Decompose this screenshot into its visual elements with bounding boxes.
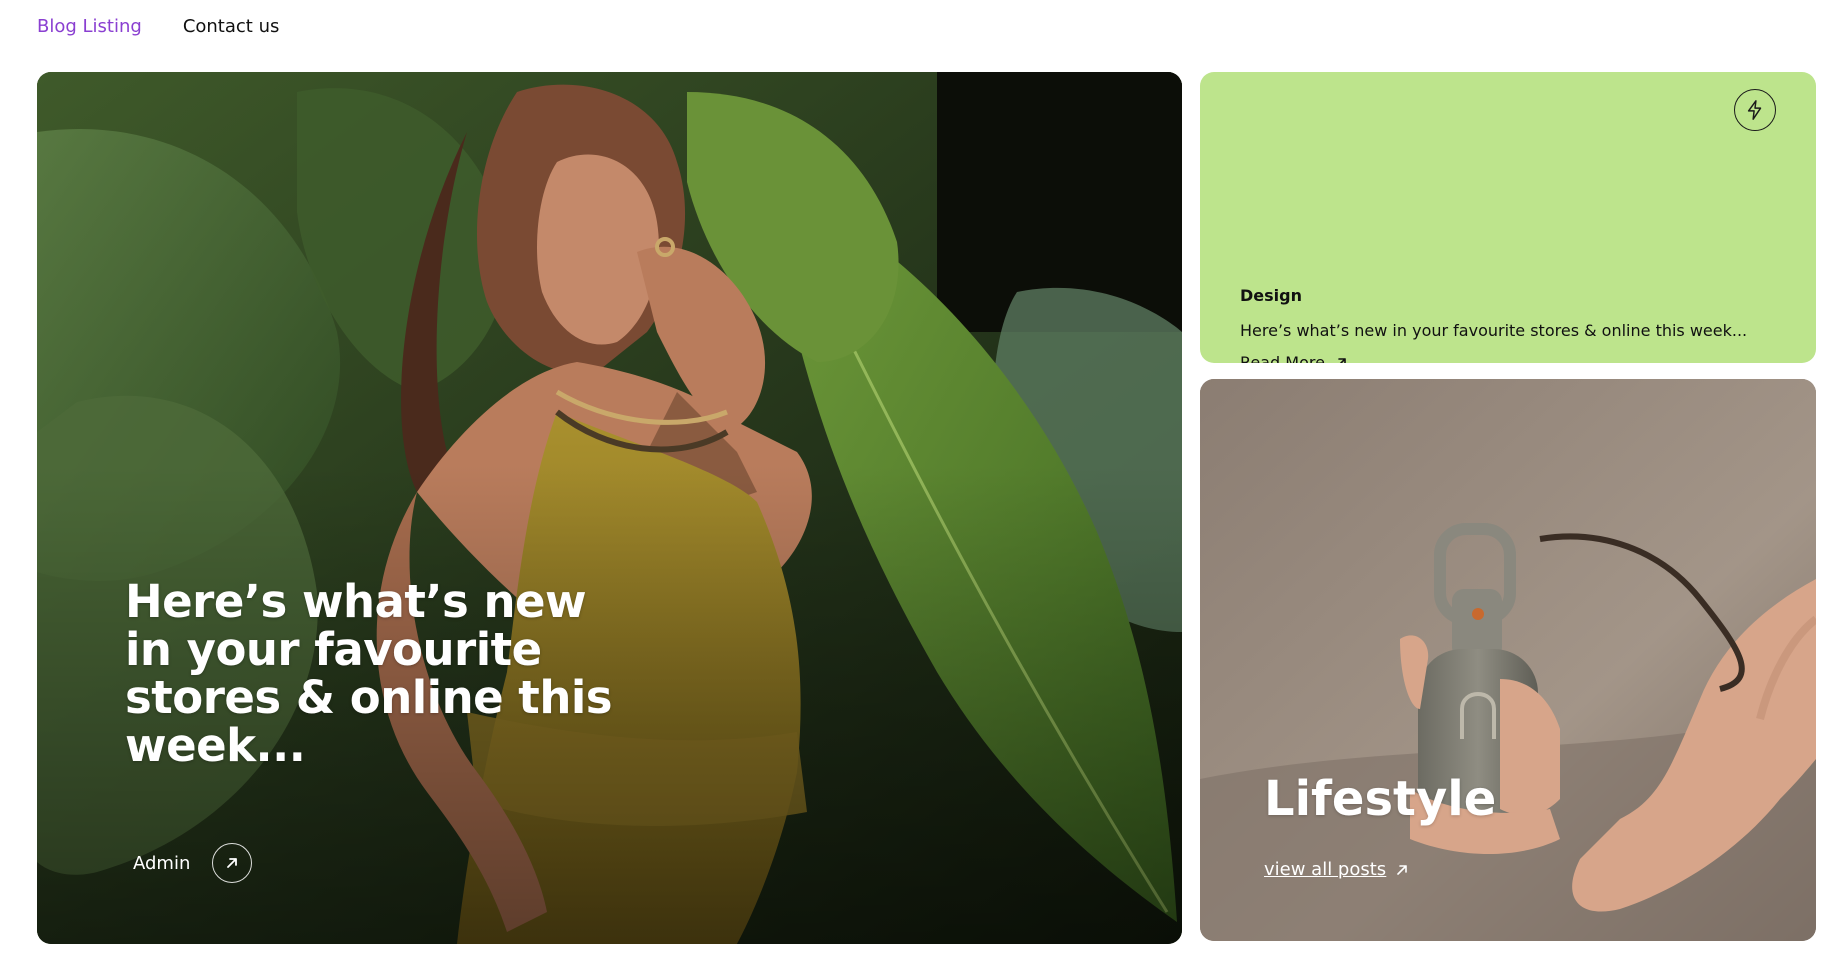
lightning-bolt-icon: [1734, 89, 1776, 131]
hero-image: [37, 72, 1182, 944]
post-excerpt: Here’s what’s new in your favourite stor…: [1240, 321, 1748, 340]
hero-post-card[interactable]: Here’s what’s new in your favourite stor…: [37, 72, 1182, 944]
read-more-link[interactable]: Read More: [1240, 353, 1347, 363]
category-card-lifestyle[interactable]: Lifestyle view all posts: [1200, 379, 1816, 941]
arrow-up-right-icon: [227, 858, 238, 868]
feature-post-card[interactable]: Design Here’s what’s new in your favouri…: [1200, 72, 1816, 363]
hero-meta: Admin: [133, 841, 253, 885]
post-author: Admin: [133, 852, 191, 874]
view-all-posts-link[interactable]: view all posts: [1264, 859, 1408, 880]
arrow-up-right-icon: [1338, 357, 1346, 363]
top-nav: Blog Listing Contact us: [37, 14, 279, 38]
hero-title[interactable]: Here’s what’s new in your favourite stor…: [125, 578, 645, 770]
read-more-label: Read More: [1240, 353, 1325, 363]
nav-contact-us[interactable]: Contact us: [183, 16, 280, 37]
lifestyle-image: [1200, 379, 1816, 941]
view-all-posts-label: view all posts: [1264, 859, 1387, 880]
category-title: Lifestyle: [1264, 771, 1497, 827]
arrow-up-right-icon: [1397, 864, 1407, 875]
nav-blog-listing[interactable]: Blog Listing: [37, 16, 142, 37]
open-post-button[interactable]: [212, 843, 253, 883]
post-category: Design: [1240, 286, 1302, 305]
